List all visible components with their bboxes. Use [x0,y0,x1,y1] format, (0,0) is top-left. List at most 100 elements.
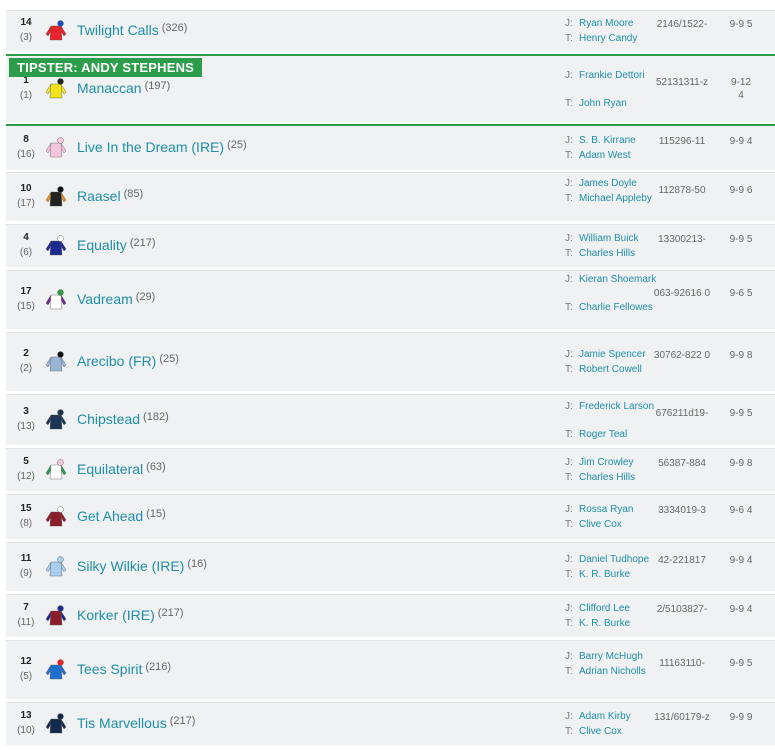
runner-number: 17 [20,286,32,297]
trainer-name-link[interactable]: Robert Cowell [579,363,659,376]
horse-name-link[interactable]: Tis Marvellous (217) [77,715,195,731]
odds-value: 9-9 5 [729,408,753,419]
jockey-label: J: [565,504,573,515]
jockey-label: J: [565,18,573,29]
horse-name-link[interactable]: Equilateral (63) [77,461,166,477]
horse-name-link[interactable]: Manaccan (197) [77,80,170,96]
jockey-trainer: J: Barry McHugh T: Adrian Nicholls [565,650,657,691]
horse-name[interactable]: Raasel [77,188,121,204]
jockey-label: J: [565,554,573,565]
horse-name-link[interactable]: Get Ahead (15) [77,508,166,524]
horse-name-link[interactable]: Arecibo (FR) (25) [77,353,179,369]
horse-name[interactable]: Chipstead [77,411,140,427]
jockey-name-link[interactable]: James Doyle [579,177,659,190]
form-figures: 2/5103827- [656,604,708,615]
runner-row[interactable]: 4 (6) Equality (217) J: William Buick T: Charle… [6,224,775,267]
jockey-name-link[interactable]: Rossa Ryan [579,503,659,516]
horse-rating: (85) [123,188,144,200]
horse-name[interactable]: Get Ahead [77,508,143,524]
horse-name[interactable]: Silky Wilkie (IRE) [77,558,184,574]
jockey-name-link[interactable]: Ryan Moore [579,17,659,30]
horse-name[interactable]: Live In the Dream (IRE) [77,139,224,155]
jockey-name-link[interactable]: Kieran Shoemark [579,273,659,286]
horse-name[interactable]: Tis Marvellous [77,715,167,731]
jockey-name-link[interactable]: Jamie Spencer [579,348,659,361]
horse-name-link[interactable]: Live In the Dream (IRE) (25) [77,139,247,155]
odds-value: 9-9 4 [729,555,753,566]
trainer-name-link[interactable]: Henry Candy [579,32,659,45]
runner-row[interactable]: 13 (10) Tis Marvellous (217) J: Adam Kirby T: C… [6,702,775,745]
trainer-name-link[interactable]: John Ryan [579,97,659,110]
horse-name[interactable]: Vadream [77,291,133,307]
horse-name-link[interactable]: Raasel (85) [77,188,143,204]
runner-row[interactable]: 14 (3) Twilight Calls (326) J: Ryan Moore T: He… [6,10,775,51]
runner-row[interactable]: 10 (17) Raasel (85) J: James Doyle T: Michael A… [6,172,775,221]
trainer-name-link[interactable]: K. R. Burke [579,568,659,581]
horse-name-link[interactable]: Korker (IRE) (217) [77,607,183,623]
horse-rating: (217) [157,607,184,619]
horse-name[interactable]: Equilateral [77,461,143,477]
runner-row[interactable]: 8 (16) Live In the Dream (IRE) (25) J: S. B. … [6,124,775,170]
trainer-name-link[interactable]: Roger Teal [579,428,659,441]
trainer-name-link[interactable]: Charlie Fellowes [579,301,659,314]
jockey-silk-icon [45,137,67,159]
odds-value: 9-6 5 [729,288,753,299]
jockey-trainer: J: S. B. Kirrane T: Adam West [565,134,657,162]
trainer-label: T: [565,33,573,44]
odds-value: 9-9 4 [729,136,753,147]
horse-name[interactable]: Manaccan [77,80,142,96]
runner-row[interactable]: 3 (13) Chipstead (182) J: Frederick Larson T: R… [6,394,775,445]
trainer-name-link[interactable]: Michael Appleby [579,192,659,205]
jockey-trainer: J: Ryan Moore T: Henry Candy [565,17,657,45]
stall-draw: (12) [17,471,35,482]
jockey-label: J: [565,69,573,81]
runner-number: 5 [23,456,29,467]
runner-row[interactable]: 5 (12) Equilateral (63) J: Jim Crowley T: Charl… [6,448,775,491]
horse-rating: (25) [227,139,247,151]
trainer-name-link[interactable]: K. R. Burke [579,617,659,630]
jockey-trainer: J: Daniel Tudhope T: K. R. Burke [565,553,657,581]
runner-row[interactable]: 2 (2) Arecibo (FR) (25) J: Jamie Spencer T: Rob… [6,332,775,391]
trainer-name-link[interactable]: Clive Cox [579,518,659,531]
jockey-name-link[interactable]: Adam Kirby [579,710,659,723]
stall-draw: (3) [19,32,33,43]
jockey-name-link[interactable]: Frankie Dettori [579,69,659,82]
form-figures: 56387-884 [658,458,706,469]
runner-number: 2 [23,348,29,359]
jockey-name-link[interactable]: S. B. Kirrane [579,134,659,147]
horse-name[interactable]: Arecibo (FR) [77,353,156,369]
horse-name-link[interactable]: Silky Wilkie (IRE) (16) [77,558,207,574]
horse-name-link[interactable]: Tees Spirit (216) [77,661,171,677]
horse-rating: (217) [169,715,196,727]
horse-name-link[interactable]: Chipstead (182) [77,411,169,427]
trainer-name-link[interactable]: Adam West [579,149,659,162]
jockey-name-link[interactable]: Clifford Lee [579,602,659,615]
runner-row[interactable]: 17 (15) Vadream (29) J: Kieran Shoemark T: Char… [6,270,775,329]
jockey-name-link[interactable]: Jim Crowley [579,456,659,469]
jockey-name-link[interactable]: Barry McHugh [579,650,659,663]
runner-row[interactable]: 7 (11) Korker (IRE) (217) J: Clifford Lee T: K.… [6,594,775,637]
jockey-name-link[interactable]: Daniel Tudhope [579,553,659,566]
runner-row[interactable]: 15 (8) Get Ahead (15) J: Rossa Ryan T: Clive Co… [6,494,775,539]
horse-name-link[interactable]: Twilight Calls (326) [77,22,187,38]
jockey-trainer: J: Kieran Shoemark T: Charlie Fellowes [565,273,657,327]
horse-name[interactable]: Tees Spirit [77,661,142,677]
trainer-name-link[interactable]: Charles Hills [579,471,659,484]
jockey-label: J: [565,603,573,614]
jockey-name-link[interactable]: William Buick [579,232,659,245]
horse-name-link[interactable]: Vadream (29) [77,291,155,307]
trainer-label: T: [565,150,573,161]
stall-draw: (1) [19,90,33,101]
runner-row[interactable]: 11 (9) Silky Wilkie (IRE) (16) J: Daniel Tudh… [6,542,775,591]
horse-name[interactable]: Equality [77,237,127,253]
horse-name[interactable]: Twilight Calls [77,22,159,38]
jockey-silk-icon [45,235,67,257]
jockey-name-link[interactable]: Frederick Larson [579,400,659,413]
horse-rating: (216) [145,661,172,673]
runner-row[interactable]: 12 (5) Tees Spirit (216) J: Barry McHugh T: Adr… [6,640,775,699]
horse-name[interactable]: Korker (IRE) [77,607,155,623]
trainer-name-link[interactable]: Charles Hills [579,247,659,260]
horse-name-link[interactable]: Equality (217) [77,237,156,253]
trainer-name-link[interactable]: Clive Cox [579,725,659,738]
trainer-name-link[interactable]: Adrian Nicholls [579,665,659,678]
